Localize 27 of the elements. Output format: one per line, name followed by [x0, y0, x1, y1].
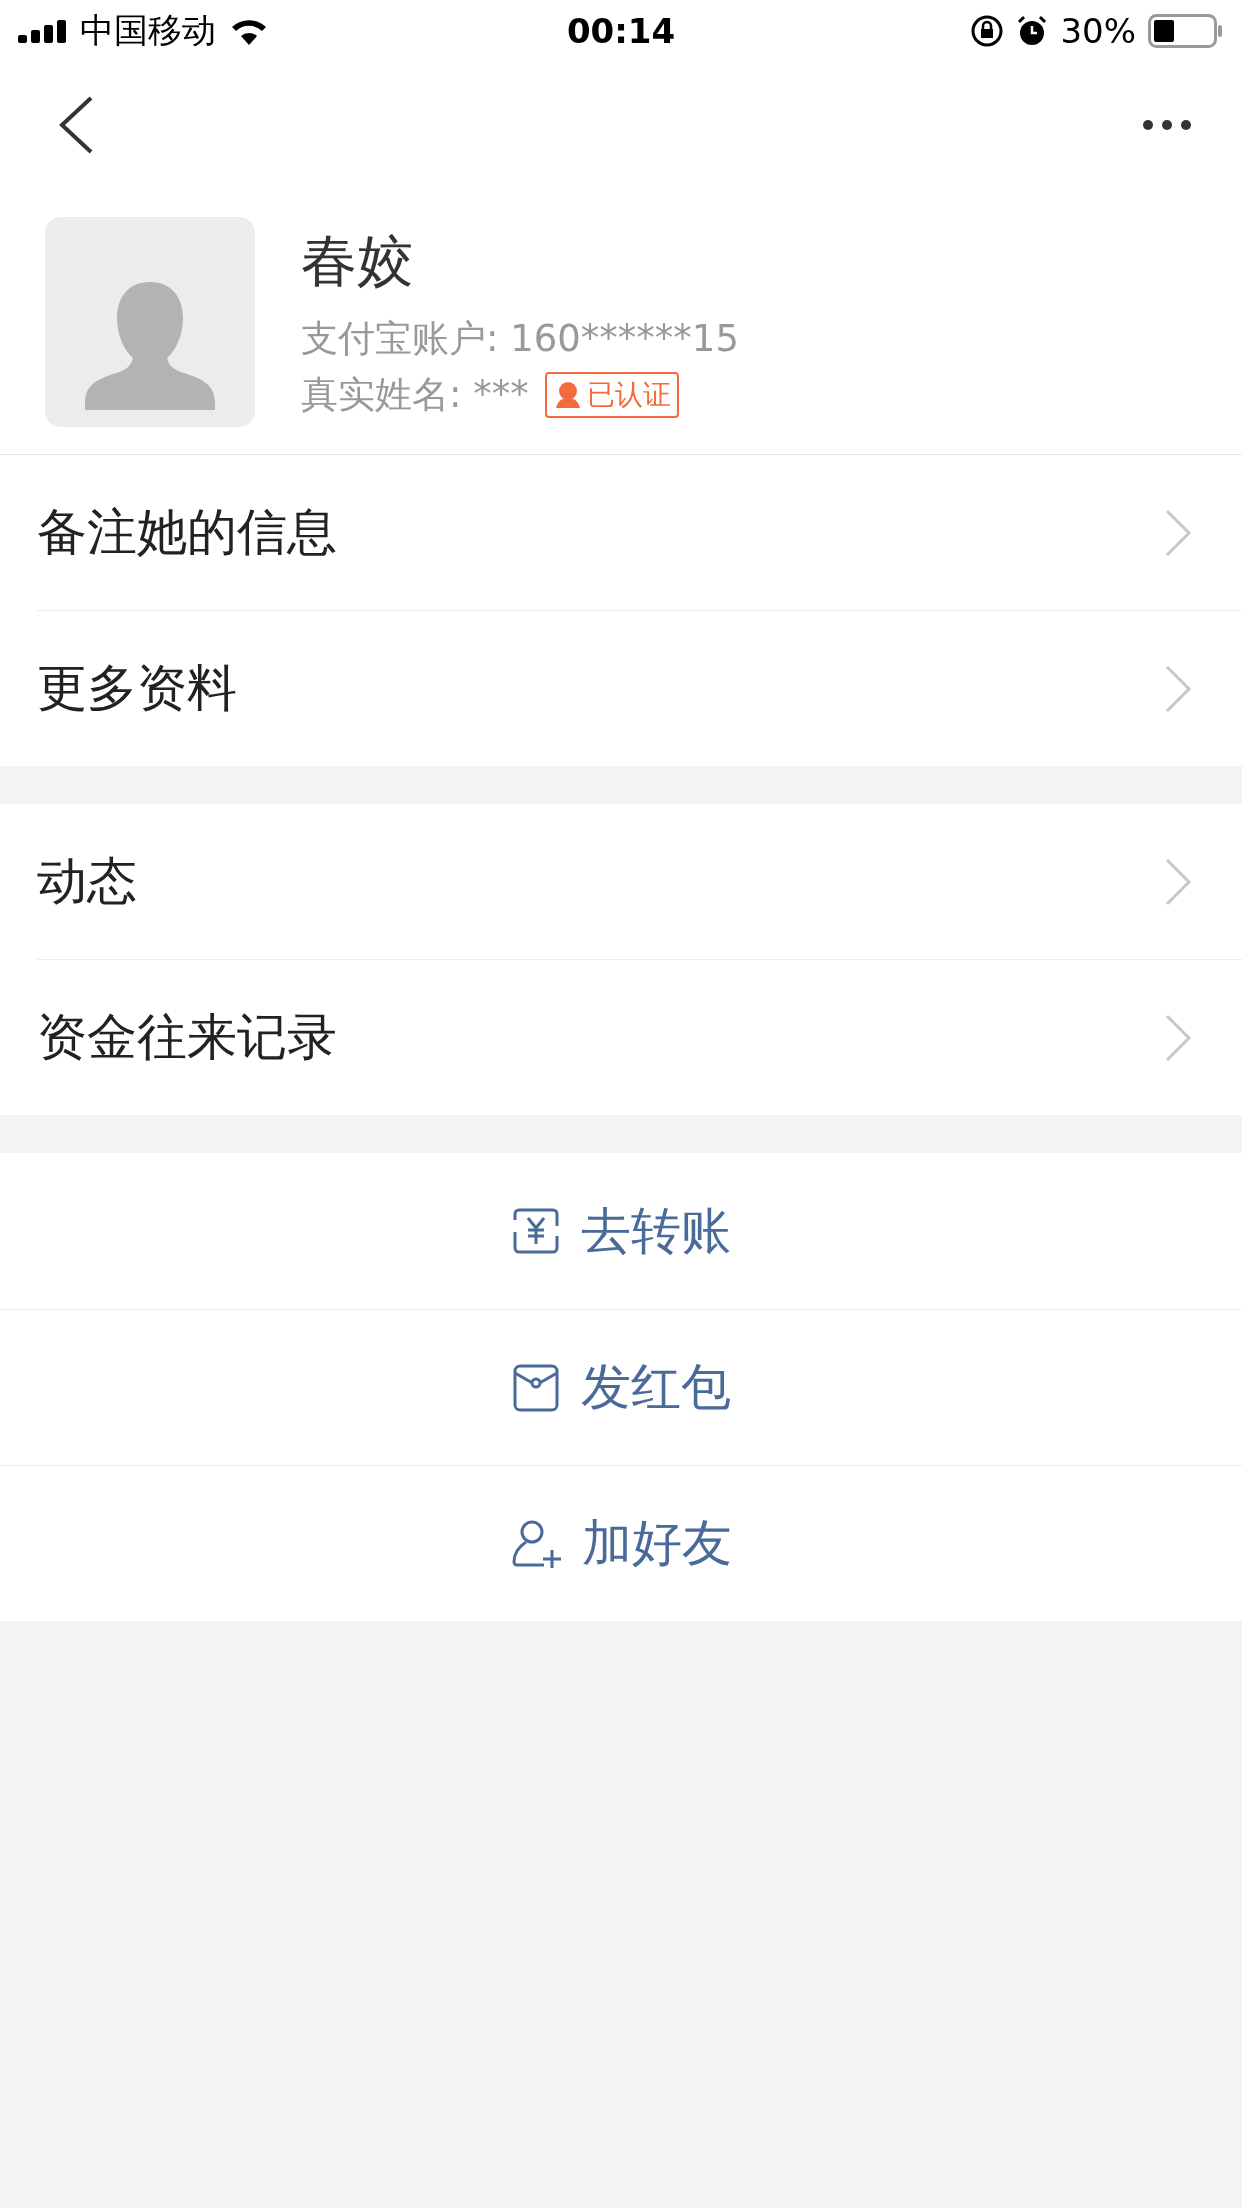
verified-text: 已认证 — [586, 377, 671, 413]
battery-icon — [1148, 14, 1224, 48]
more-icon[interactable] — [1142, 118, 1192, 131]
chevron-right-icon — [1164, 1012, 1192, 1063]
back-icon[interactable] — [58, 95, 94, 154]
battery-percent: 30% — [1060, 11, 1136, 51]
clock-time: 00:14 — [566, 11, 676, 51]
user-name: 春姣 — [301, 227, 414, 295]
account-number: 支付宝账户: 160******15 — [301, 316, 739, 362]
menu-label: 更多资料 — [37, 658, 237, 719]
menu-item[interactable]: 备注她的信息 — [37, 455, 1242, 610]
chevron-right-icon — [1164, 663, 1192, 714]
envelope-icon — [511, 1362, 561, 1413]
real-name: 真实姓名: *** — [301, 372, 529, 418]
menu-label: 资金往来记录 — [37, 1007, 337, 1068]
menu-item[interactable]: 动态 — [37, 804, 1242, 959]
menu-label: 备注她的信息 — [37, 502, 337, 563]
carrier-name: 中国移动 — [80, 9, 216, 52]
rotation-lock-icon — [970, 14, 1005, 48]
menu-label: 动态 — [37, 851, 137, 912]
chevron-right-icon — [1164, 507, 1192, 558]
menu-item[interactable]: 更多资料 — [37, 610, 1242, 766]
alarm-icon — [1016, 15, 1049, 47]
yen-icon — [511, 1206, 561, 1256]
chevron-right-icon — [1164, 856, 1192, 907]
menu-item[interactable]: 资金往来记录 — [37, 959, 1242, 1115]
signal-icon — [18, 19, 68, 43]
